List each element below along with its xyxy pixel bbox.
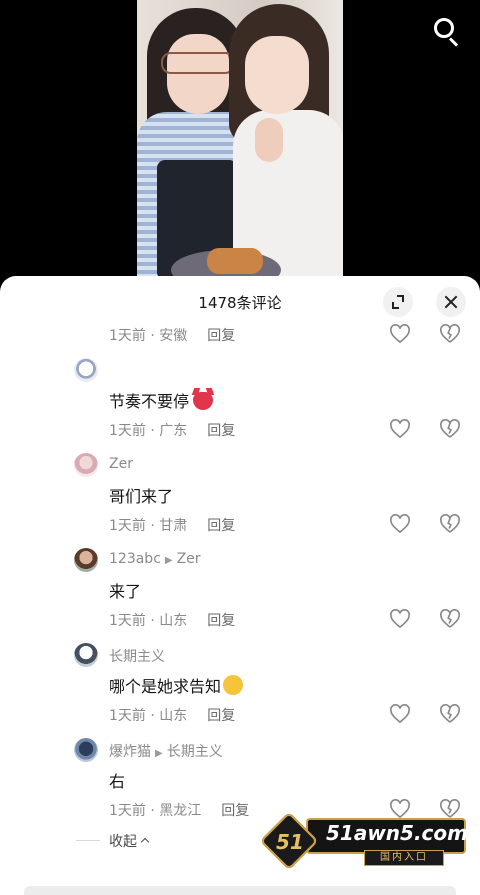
reply-button[interactable]: 回复 <box>207 518 235 534</box>
comment-meta: 1天前 · 黑龙江 <box>109 803 202 819</box>
close-button[interactable] <box>436 287 466 317</box>
chevron-up-icon <box>140 837 150 847</box>
bottom-input-bar[interactable] <box>24 886 456 895</box>
reply-arrow-icon: ▶ <box>155 748 163 759</box>
watermark-logo-text: 51 <box>276 830 304 854</box>
heart-icon[interactable] <box>389 324 411 344</box>
broken-heart-icon[interactable] <box>439 324 461 344</box>
expand-button[interactable] <box>383 287 413 317</box>
broken-heart-icon[interactable] <box>439 514 461 534</box>
collapse-divider <box>76 840 100 841</box>
heart-icon[interactable] <box>389 419 411 439</box>
comment-text: 哥们来了 <box>109 487 174 506</box>
reply-button[interactable]: 回复 <box>207 613 235 629</box>
comment-text: 右 <box>109 772 126 791</box>
devil-emoji <box>193 392 214 410</box>
avatar[interactable] <box>74 453 98 477</box>
heart-icon[interactable] <box>389 704 411 724</box>
video-glasses <box>161 52 235 74</box>
comment-text: 哪个是她求告知 <box>109 677 222 696</box>
video-hand <box>255 118 283 162</box>
watermark-site: 51awn5.com <box>326 821 468 845</box>
comment-text: 来了 <box>109 582 142 601</box>
comment-username[interactable]: Zer <box>109 456 133 472</box>
comment-username[interactable]: 123abc <box>109 551 161 567</box>
comment-text: 节奏不要停 <box>109 392 190 411</box>
collapse-replies-button[interactable]: 收起 <box>0 826 240 856</box>
broken-heart-icon[interactable] <box>439 609 461 629</box>
video-person-left-face <box>167 34 229 114</box>
comment-meta: 1天前 · 广东 <box>109 423 188 439</box>
video-food <box>207 248 263 274</box>
avatar[interactable] <box>74 738 98 762</box>
heart-icon[interactable] <box>389 609 411 629</box>
comment-meta: 1天前 · 甘肃 <box>109 518 188 534</box>
avatar[interactable] <box>74 548 98 572</box>
avatar[interactable] <box>74 358 98 382</box>
reply-to-username[interactable]: 长期主义 <box>167 744 223 760</box>
search-button[interactable] <box>428 12 464 48</box>
avatar[interactable] <box>74 643 98 667</box>
reply-button[interactable]: 回复 <box>221 803 249 819</box>
heart-icon[interactable] <box>389 514 411 534</box>
comment-username[interactable]: 爆炸猫 <box>109 744 151 760</box>
broken-heart-icon[interactable] <box>439 419 461 439</box>
comment-meta: 1天前 · 山东 <box>109 613 188 629</box>
comment-meta: 1天前 · 安徽 <box>109 328 188 344</box>
watermark: 51 51awn5.com 国内入口 <box>259 811 468 871</box>
reply-arrow-icon: ▶ <box>164 555 173 566</box>
reply-button[interactable]: 回复 <box>207 328 235 344</box>
watermark-tag: 国内入口 <box>364 850 444 866</box>
video-person-right-face <box>245 36 309 114</box>
comments-sheet: 1478条评论 1天前 · 安徽 回复 节奏不要停 1天前 · 广东 回复 Zer <box>0 276 480 895</box>
comment-meta: 1天前 · 山东 <box>109 708 188 724</box>
broken-heart-icon[interactable] <box>439 704 461 724</box>
comments-header: 1478条评论 <box>0 276 480 328</box>
comment-username[interactable]: 长期主义 <box>109 649 165 665</box>
reply-button[interactable]: 回复 <box>207 423 235 439</box>
thinking-emoji <box>223 675 244 695</box>
reply-to-username[interactable]: Zer <box>177 551 201 567</box>
video-preview[interactable] <box>137 0 343 280</box>
collapse-label: 收起 <box>109 834 137 850</box>
reply-button[interactable]: 回复 <box>207 708 235 724</box>
